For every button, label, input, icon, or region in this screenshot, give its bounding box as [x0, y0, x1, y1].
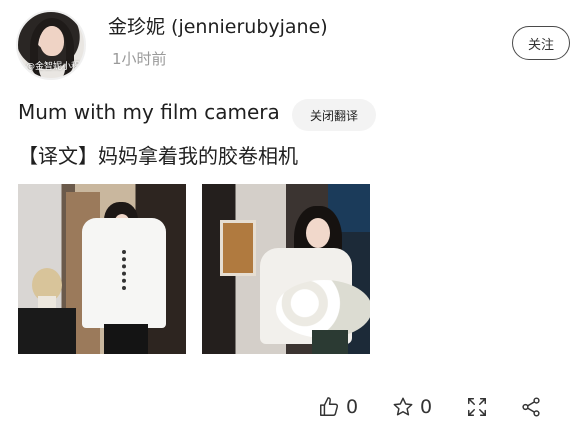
black-pants	[104, 324, 148, 354]
shirt-buttons	[122, 250, 130, 290]
wall-painting	[220, 220, 256, 276]
share-button[interactable]	[520, 394, 542, 420]
follow-button[interactable]: 关注	[512, 26, 570, 60]
like-count: 0	[346, 396, 359, 418]
side-table	[18, 308, 76, 354]
avatar-watermark: @金智妮小程序	[26, 62, 86, 72]
expand-button[interactable]	[466, 394, 488, 420]
avatar-face	[40, 26, 64, 56]
post-translation: 【译文】妈妈拿着我的胶卷相机	[18, 144, 298, 168]
author-name[interactable]: 金珍妮 (jennierubyjane)	[108, 12, 328, 39]
star-icon	[393, 397, 413, 416]
post-image-1[interactable]	[18, 184, 186, 354]
thumbs-up-icon	[320, 397, 339, 416]
favorite-button[interactable]: 0	[392, 394, 432, 420]
post-image-2[interactable]	[202, 184, 370, 354]
share-icon	[522, 397, 540, 417]
post-text: Mum with my film camera	[18, 100, 280, 124]
author-avatar[interactable]: @金智妮小程序	[16, 10, 86, 80]
favorite-count: 0	[420, 396, 433, 418]
bouquet-wrap	[312, 330, 348, 354]
post-timestamp: 1小时前	[112, 50, 167, 68]
close-translation-button[interactable]: 关闭翻译	[292, 99, 376, 131]
like-button[interactable]: 0	[318, 394, 358, 420]
expand-icon	[468, 398, 486, 416]
person-face	[306, 218, 330, 248]
